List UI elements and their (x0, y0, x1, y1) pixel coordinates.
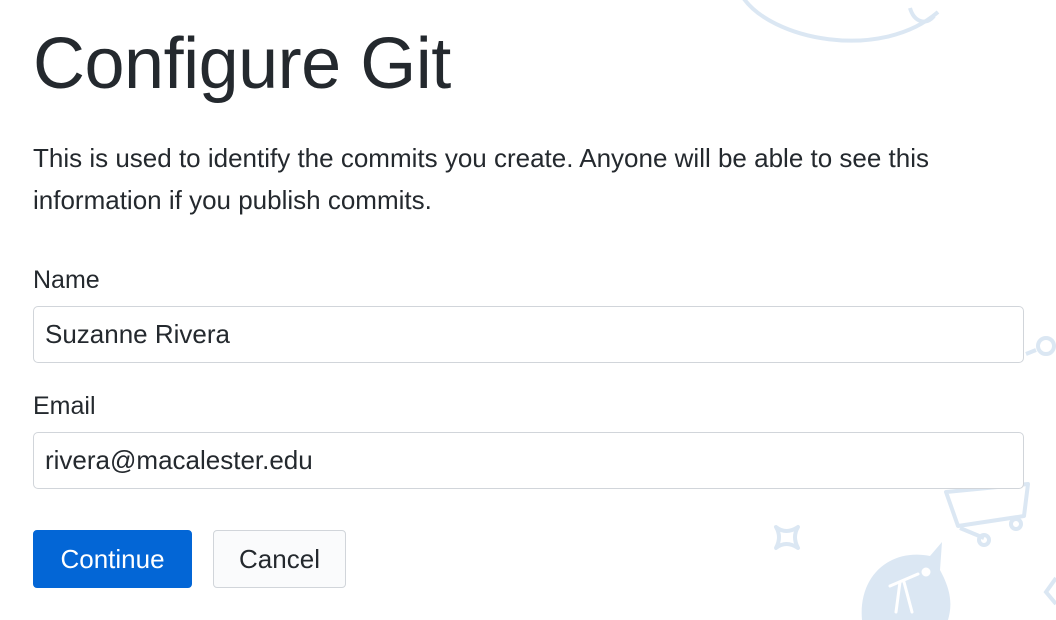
page-title: Configure Git (33, 24, 451, 104)
telescope-icon (861, 542, 951, 620)
continue-button[interactable]: Continue (33, 530, 192, 588)
cancel-button[interactable]: Cancel (213, 530, 346, 588)
cart-icon (944, 482, 1030, 547)
key-icon (1025, 336, 1056, 356)
page-description: This is used to identify the commits you… (33, 143, 930, 215)
name-input[interactable] (33, 306, 1024, 363)
sparkle-icon (774, 525, 800, 550)
arrow-icon (1043, 576, 1056, 606)
email-input[interactable] (33, 432, 1024, 489)
planet-icon (742, 0, 940, 43)
email-label: Email (33, 392, 96, 420)
name-label: Name (33, 266, 100, 294)
